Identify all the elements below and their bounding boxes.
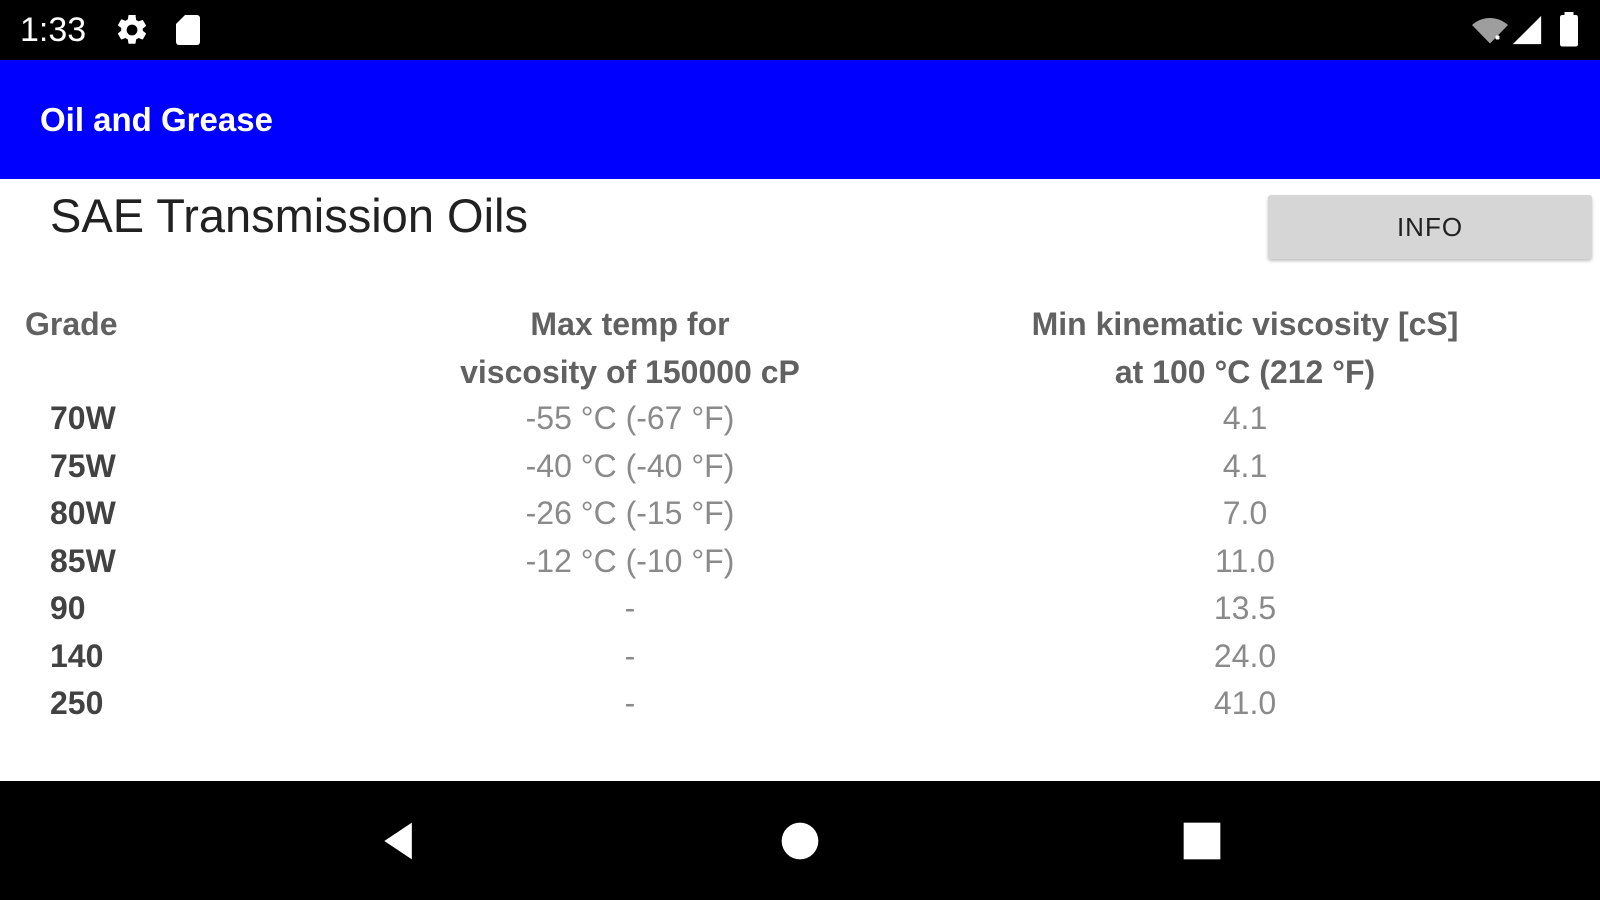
- cell-grade: 85W: [50, 543, 116, 579]
- app-title: Oil and Grease: [40, 101, 273, 138]
- cell-max-temp: -55 °C (-67 °F): [525, 400, 735, 436]
- cell-grade: 70W: [50, 400, 116, 436]
- cell-max-temp: -: [624, 590, 636, 626]
- column-header-max-temp: Max temp for viscosity of 150000 cP: [400, 300, 860, 396]
- column-header-max-temp-line1: Max temp for: [530, 306, 730, 342]
- cell-min-viscosity: 24.0: [1213, 638, 1277, 674]
- screen: 1:33 Oil and Grease SAE Transmission Oil…: [0, 0, 1600, 900]
- cell-max-temp: -26 °C (-15 °F): [525, 495, 735, 531]
- battery-icon: [1556, 12, 1582, 48]
- cell-min-viscosity: 7.0: [1222, 495, 1268, 531]
- table-row: 75W -40 °C (-40 °F) 4.1: [0, 442, 1600, 490]
- page-title: SAE Transmission Oils: [50, 189, 528, 242]
- status-bar: 1:33: [0, 0, 1600, 60]
- cell-signal-icon: [1510, 12, 1544, 48]
- cell-grade: 250: [50, 685, 104, 721]
- cell-min-viscosity: 4.1: [1222, 400, 1268, 436]
- column-header-grade: Grade: [25, 306, 118, 342]
- status-time: 1:33: [20, 11, 87, 49]
- home-icon[interactable]: [778, 819, 822, 863]
- back-icon[interactable]: [377, 819, 421, 863]
- table-row: 85W -12 °C (-10 °F) 11.0: [0, 537, 1600, 585]
- gear-icon: [114, 12, 150, 48]
- navigation-bar: [0, 781, 1600, 900]
- cell-max-temp: -12 °C (-10 °F): [525, 543, 735, 579]
- column-header-max-temp-line2: viscosity of 150000 cP: [460, 354, 800, 390]
- app-bar: Oil and Grease: [0, 60, 1600, 179]
- table-row: 140 - 24.0: [0, 632, 1600, 680]
- info-button[interactable]: INFO: [1268, 195, 1592, 259]
- column-header-min-viscosity: Min kinematic viscosity [cS] at 100 °C (…: [980, 300, 1510, 396]
- cell-max-temp: -: [624, 685, 636, 721]
- table-row: 90 - 13.5: [0, 584, 1600, 632]
- cell-grade: 75W: [50, 448, 116, 484]
- cell-grade: 140: [50, 638, 104, 674]
- cell-min-viscosity: 11.0: [1215, 543, 1275, 579]
- cell-min-viscosity: 41.0: [1213, 685, 1277, 721]
- recents-icon[interactable]: [1180, 819, 1224, 863]
- wifi-off-icon: [1470, 12, 1510, 48]
- column-header-min-viscosity-line1: Min kinematic viscosity [cS]: [1031, 306, 1459, 342]
- cell-min-viscosity: 4.1: [1222, 448, 1268, 484]
- cell-max-temp: -40 °C (-40 °F): [525, 448, 735, 484]
- cell-min-viscosity: 13.5: [1213, 590, 1277, 626]
- table-row: 70W -55 °C (-67 °F) 4.1: [0, 394, 1600, 442]
- column-header-min-viscosity-line2: at 100 °C (212 °F): [1114, 354, 1376, 390]
- table-row: 250 - 41.0: [0, 679, 1600, 727]
- cell-grade: 90: [50, 590, 86, 626]
- table-row: 80W -26 °C (-15 °F) 7.0: [0, 489, 1600, 537]
- cell-max-temp: -: [624, 638, 636, 674]
- cell-grade: 80W: [50, 495, 116, 531]
- sd-card-icon: [170, 12, 206, 48]
